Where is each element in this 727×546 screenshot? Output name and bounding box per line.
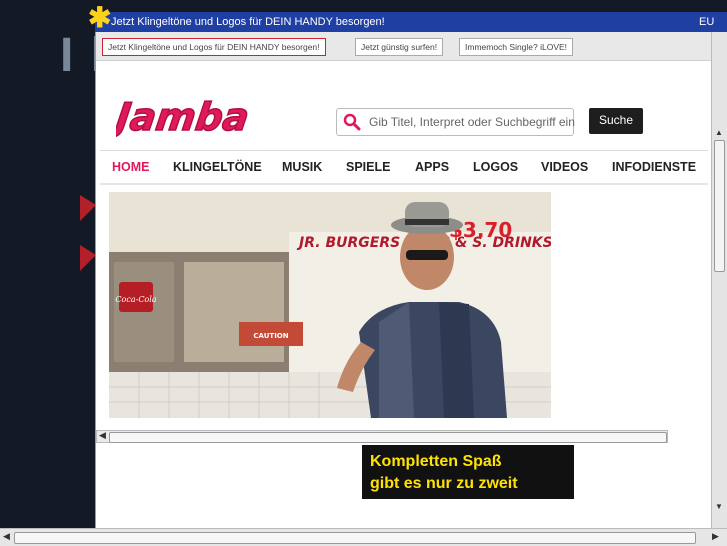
nav-infodienste[interactable]: INFODIENSTE [612,151,696,183]
page-scroll-thumb[interactable] [14,532,696,544]
horizontal-scrollbar[interactable]: ◀ [96,430,668,443]
scroll-down-icon[interactable]: ▼ [715,502,723,511]
ad-banner-text[interactable]: Jetzt Klingeltöne und Logos für DEIN HAN… [111,12,385,32]
background-red-arrow [80,245,96,271]
promo-box[interactable]: Kompletten Spaß gibt es nur zu zweit [362,445,574,499]
popup-window: Jetzt Klingeltöne und Logos für DEIN HAN… [95,32,712,528]
scroll-up-icon[interactable]: ▲ [715,128,723,137]
hero-image[interactable]: Coca-Cola JR. BURGERS FRIES & S. DRINKS … [109,192,551,418]
vertical-scroll-thumb[interactable] [714,140,725,272]
promo-line1: Kompletten Spaß [370,453,502,470]
nav-musik[interactable]: MUSIK [282,151,322,183]
star-icon: ✱ [88,2,112,33]
search-button[interactable]: Suche [589,108,643,134]
search-field[interactable]: Gib Titel, Interpret oder Suchbegriff ei… [336,108,575,136]
nav-spiele[interactable]: SPIELE [346,151,390,183]
ad-banner-right: EU [699,16,715,28]
background-red-arrow [80,195,96,221]
nav-logos[interactable]: LOGOS [473,151,518,183]
tab-ilove[interactable]: Immemoch Single? iLOVE! [459,38,574,56]
scroll-thumb[interactable] [109,432,667,443]
tab-surfen[interactable]: Jetzt günstig surfen! [355,38,444,56]
tab-strip: Jetzt Klingeltöne und Logos für DEIN HAN… [96,32,712,61]
ad-banner[interactable]: Jetzt Klingeltöne und Logos für DEIN HAN… [95,12,727,32]
tab-klingeltoene[interactable]: Jetzt Klingeltöne und Logos für DEIN HAN… [102,38,326,56]
nav-apps[interactable]: APPS [415,151,449,183]
main-nav: HOME KLINGELTÖNE MUSIK SPIELE APPS LOGOS… [100,150,708,185]
search-icon [343,113,361,131]
cola-sign: Coca-Cola [115,295,156,304]
nav-videos[interactable]: VIDEOS [541,151,588,183]
caution-sign: CAUTION [253,332,288,340]
search-placeholder[interactable]: Gib Titel, Interpret oder Suchbegriff ei… [369,109,575,135]
vertical-scrollbar[interactable]: ▲ ▼ [711,32,727,528]
page-horizontal-scrollbar[interactable]: ◀ ▶ [0,528,727,546]
jamba-logo[interactable]: Jamba [106,92,266,149]
nav-home[interactable]: HOME [112,151,150,183]
scroll-right-icon[interactable]: ▶ [712,531,719,542]
scroll-left-icon[interactable]: ◀ [99,430,106,441]
promo-line2: gibt es nur zu zweit [370,475,518,492]
scroll-left-icon[interactable]: ◀ [3,531,10,542]
svg-text:Jamba: Jamba [116,96,252,140]
nav-klingeltoene[interactable]: KLINGELTÖNE [173,151,262,183]
